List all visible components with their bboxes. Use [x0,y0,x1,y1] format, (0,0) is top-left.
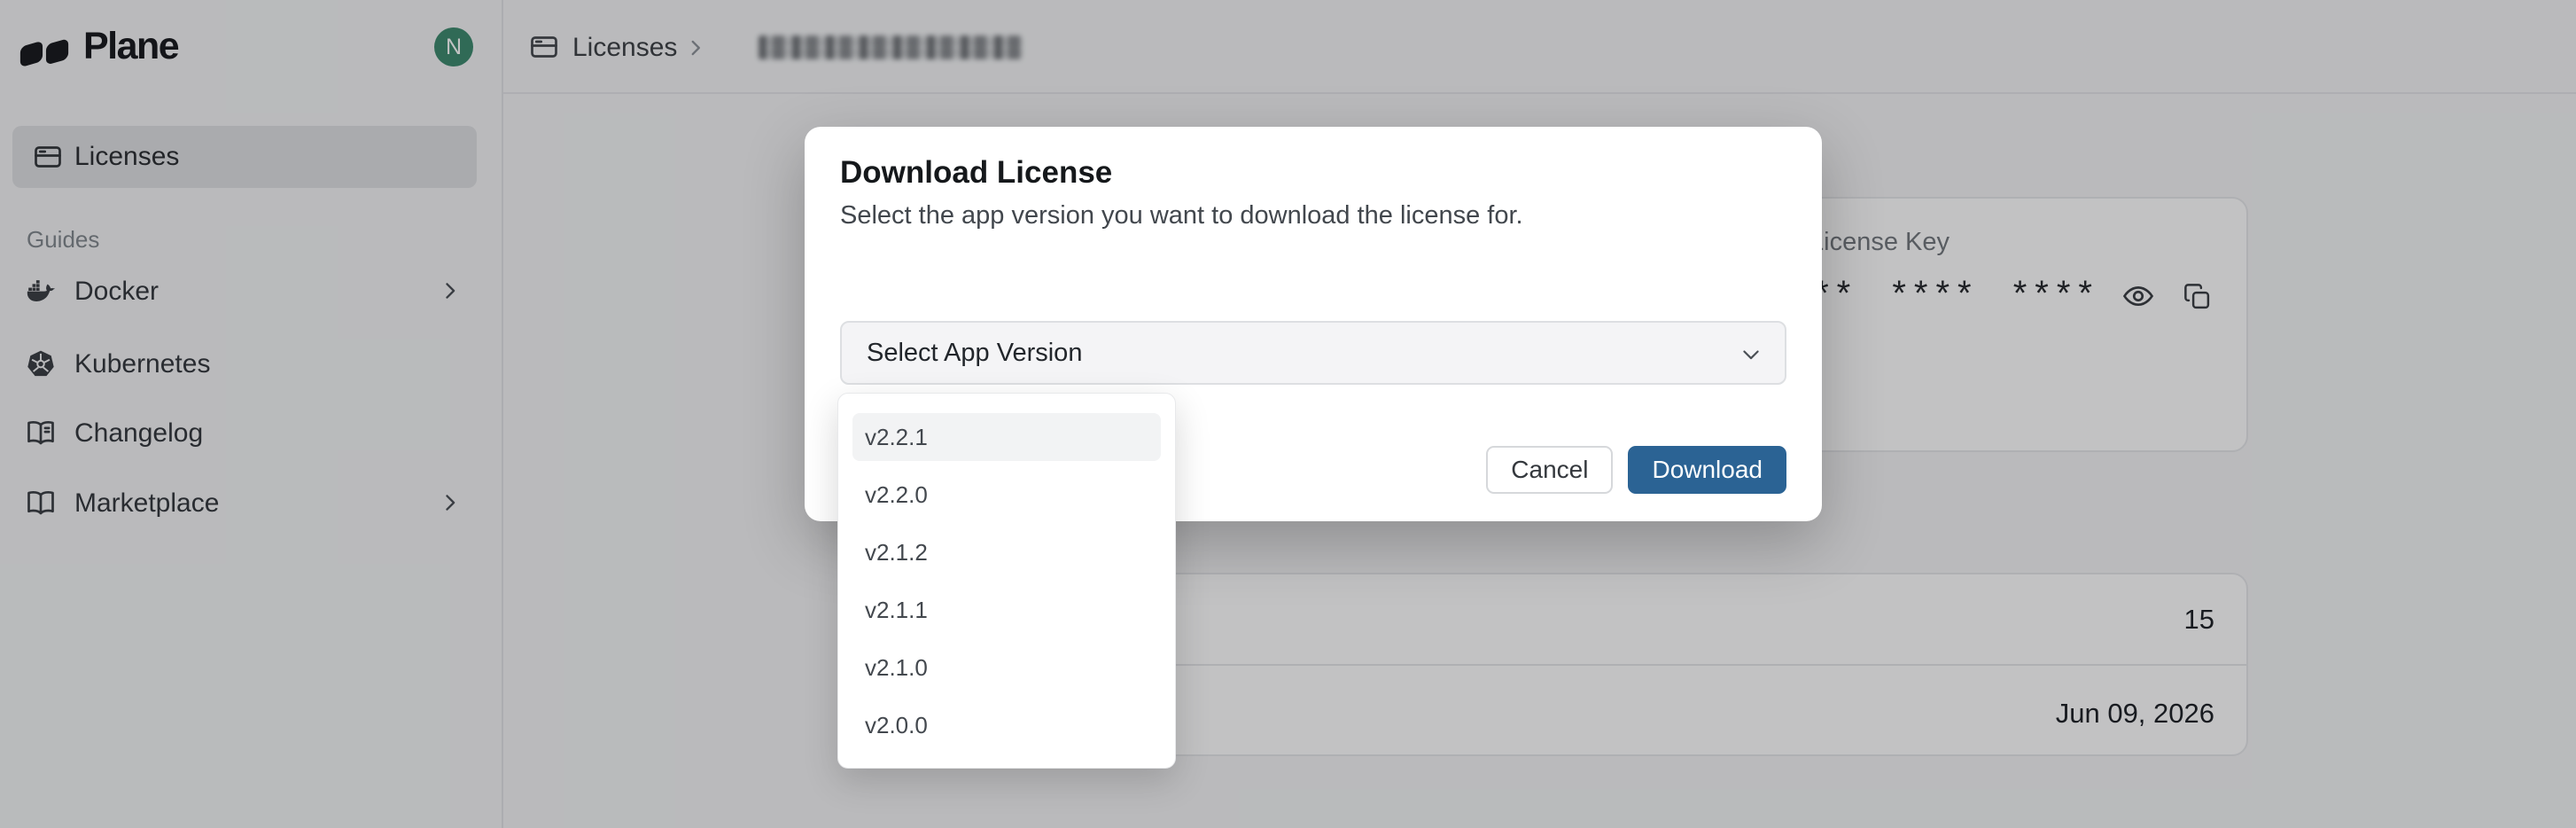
app-version-dropdown: v2.2.1 v2.2.0 v2.1.2 v2.1.1 v2.1.0 v2.0.… [837,393,1176,769]
dropdown-option[interactable]: v2.1.0 [852,644,1161,691]
dropdown-option[interactable]: v2.1.2 [852,528,1161,576]
modal-subtitle: Select the app version you want to downl… [840,201,1523,230]
cancel-button[interactable]: Cancel [1486,446,1613,494]
dropdown-option[interactable]: v2.1.1 [852,586,1161,634]
dropdown-option[interactable]: v2.2.1 [852,413,1161,461]
modal-title: Download License [840,155,1112,191]
chevron-down-icon [1739,342,1763,367]
app-version-select[interactable]: Select App Version [840,321,1786,385]
download-button[interactable]: Download [1628,446,1786,494]
dropdown-option[interactable]: v2.2.0 [852,471,1161,519]
select-placeholder: Select App Version [867,339,1082,368]
dropdown-option[interactable]: v2.0.0 [852,701,1161,749]
